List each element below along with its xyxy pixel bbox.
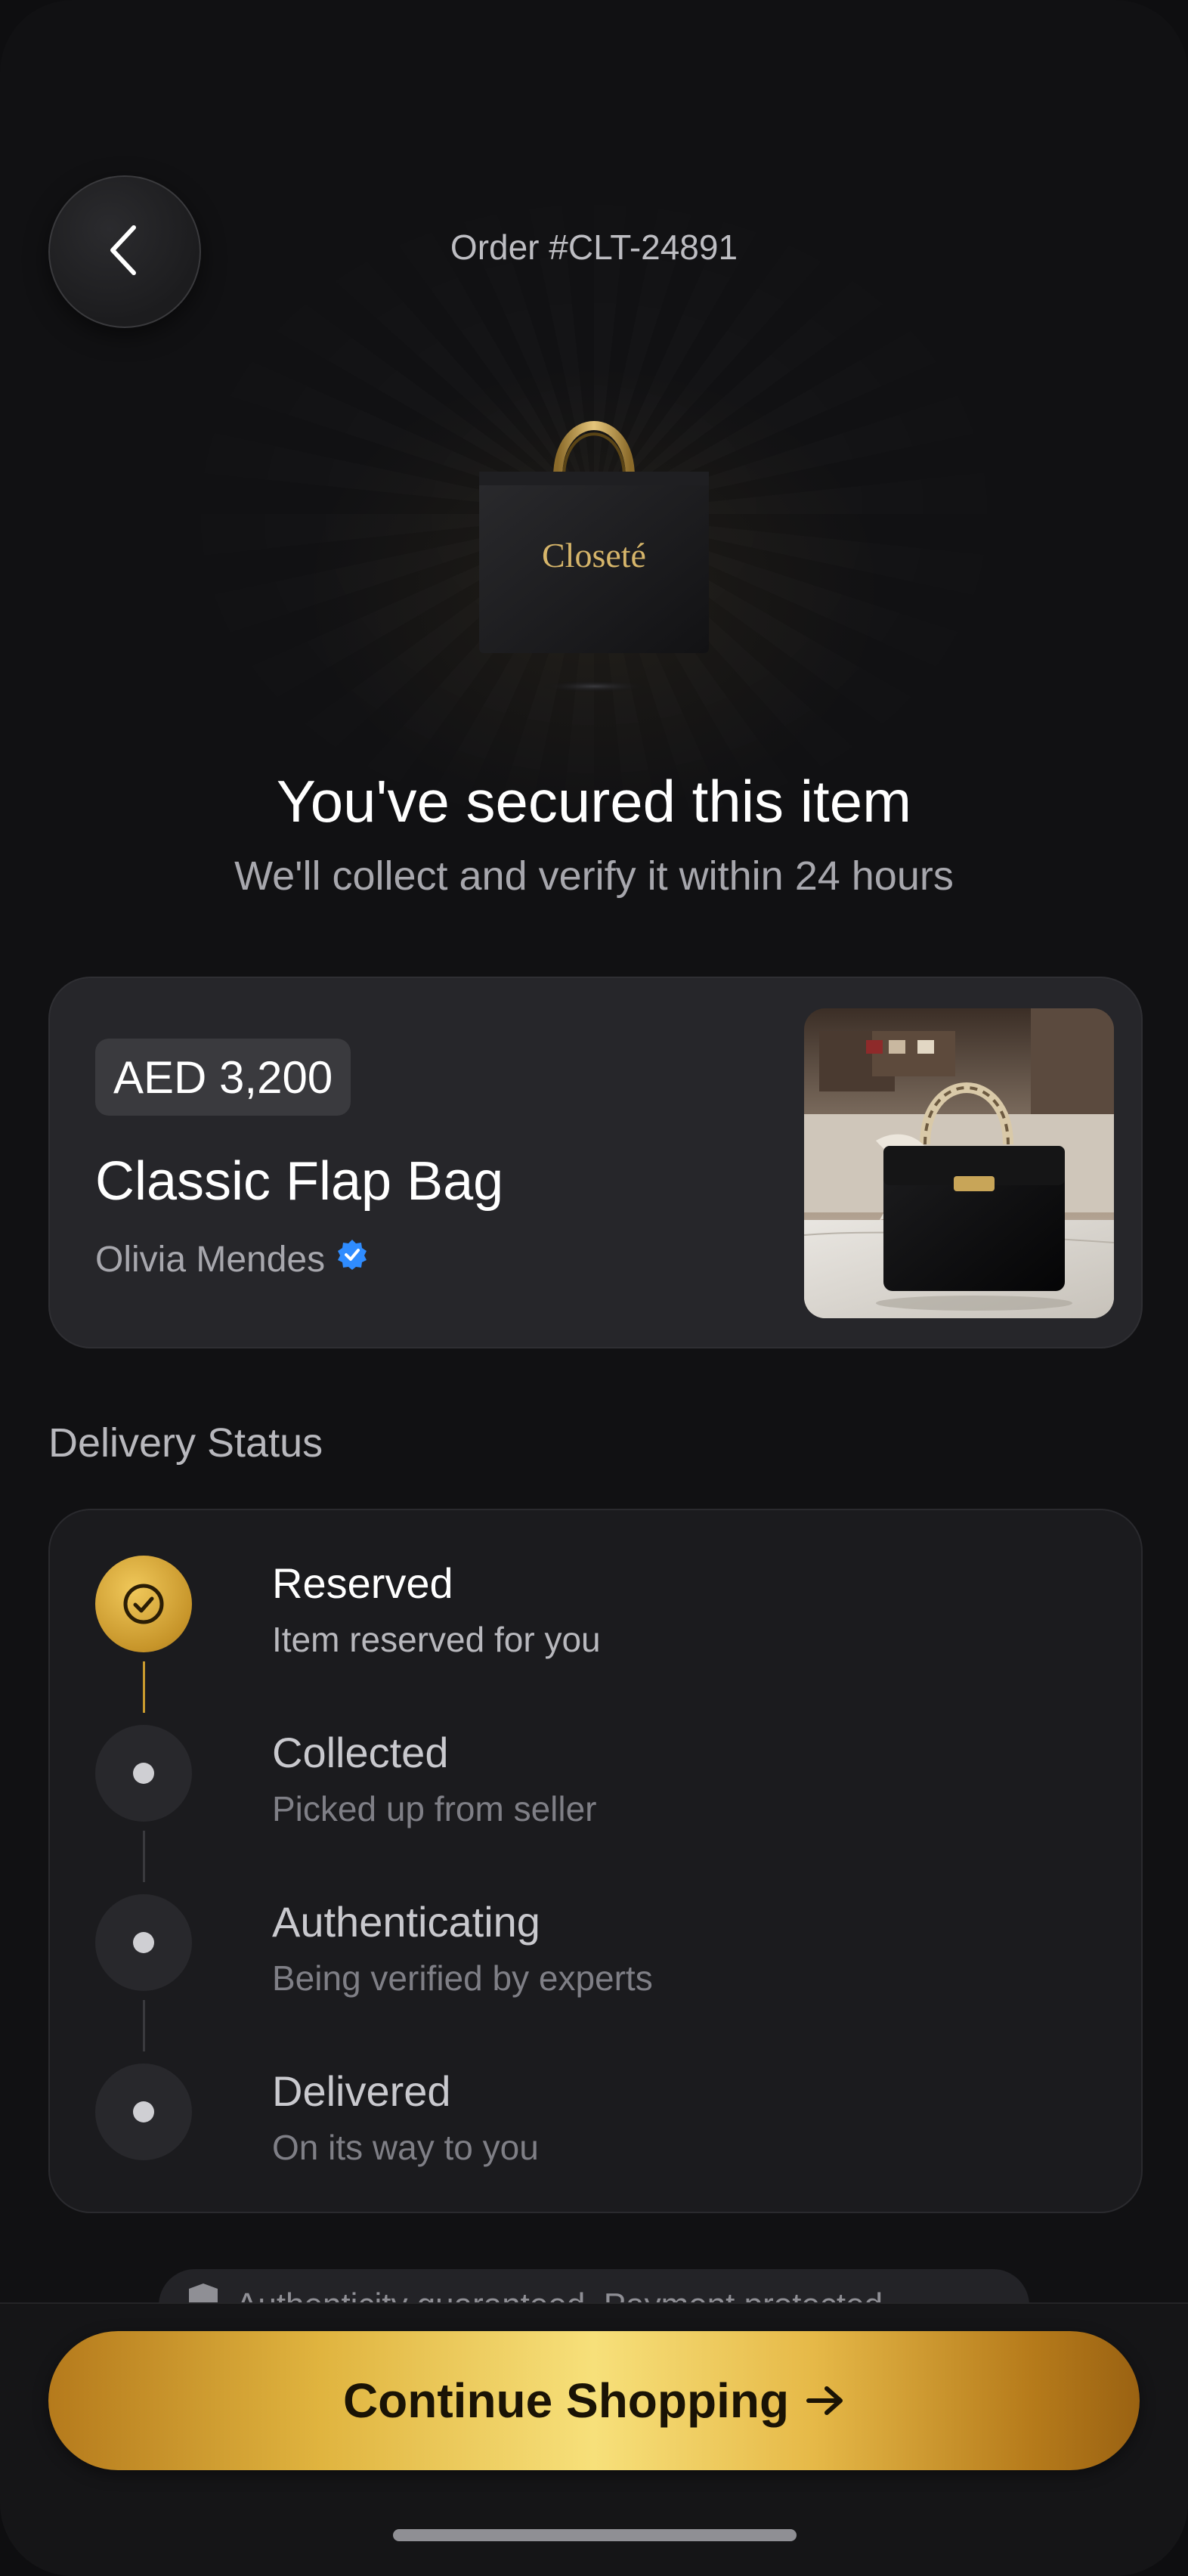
order-title: Order #CLT-24891 <box>450 228 738 267</box>
seller-row: Olivia Mendes <box>95 1238 369 1280</box>
delivery-status-title: Delivery Status <box>48 1420 323 1466</box>
seller-name: Olivia Mendes <box>95 1239 326 1280</box>
shopping-bag-illustration: Closeté <box>473 393 715 695</box>
step-subtitle: On its way to you <box>272 2128 539 2167</box>
continue-shopping-label: Continue Shopping <box>342 2373 790 2428</box>
step-title: Delivered <box>272 2067 451 2115</box>
step-title: Collected <box>272 1729 449 1776</box>
step-title: Reserved <box>272 1559 453 1607</box>
item-card[interactable]: AED 3,200 Classic Flap Bag Olivia Mendes <box>48 977 1143 1348</box>
pending-dot-icon <box>95 1894 192 1991</box>
pending-dot-icon <box>95 2064 192 2160</box>
step-subtitle: Being verified by experts <box>272 1958 653 1998</box>
status-step-reserved: Reserved Item reserved for you <box>50 1556 1141 1722</box>
status-step-authenticating: Authenticating Being verified by experts <box>50 1894 1141 2060</box>
item-name: Classic Flap Bag <box>95 1151 504 1212</box>
price-badge: AED 3,200 <box>95 1039 351 1116</box>
item-photo <box>804 1008 1114 1318</box>
step-subtitle: Picked up from seller <box>272 1789 597 1828</box>
check-circle-icon <box>95 1556 192 1652</box>
confirmation-subline: We'll collect and verify it within 24 ho… <box>234 853 954 899</box>
delivery-status-card: Reserved Item reserved for you Collected… <box>48 1509 1143 2213</box>
status-step-delivered: Delivered On its way to you <box>50 2064 1141 2230</box>
step-subtitle: Item reserved for you <box>272 1620 601 1659</box>
continue-shopping-button[interactable]: Continue Shopping <box>48 2331 1140 2470</box>
status-step-collected: Collected Picked up from seller <box>50 1725 1141 1891</box>
arrow-right-icon <box>806 2373 845 2429</box>
verified-badge-icon <box>336 1238 369 1280</box>
confirmation-headline: You've secured this item <box>276 768 912 834</box>
pending-dot-icon <box>95 1725 192 1822</box>
order-confirmation-screen: Order #CLT-24891 Closeté You've secured … <box>0 0 1188 2576</box>
bag-brand-text: Closeté <box>542 536 646 574</box>
home-indicator[interactable] <box>393 2529 797 2541</box>
step-title: Authenticating <box>272 1898 540 1946</box>
